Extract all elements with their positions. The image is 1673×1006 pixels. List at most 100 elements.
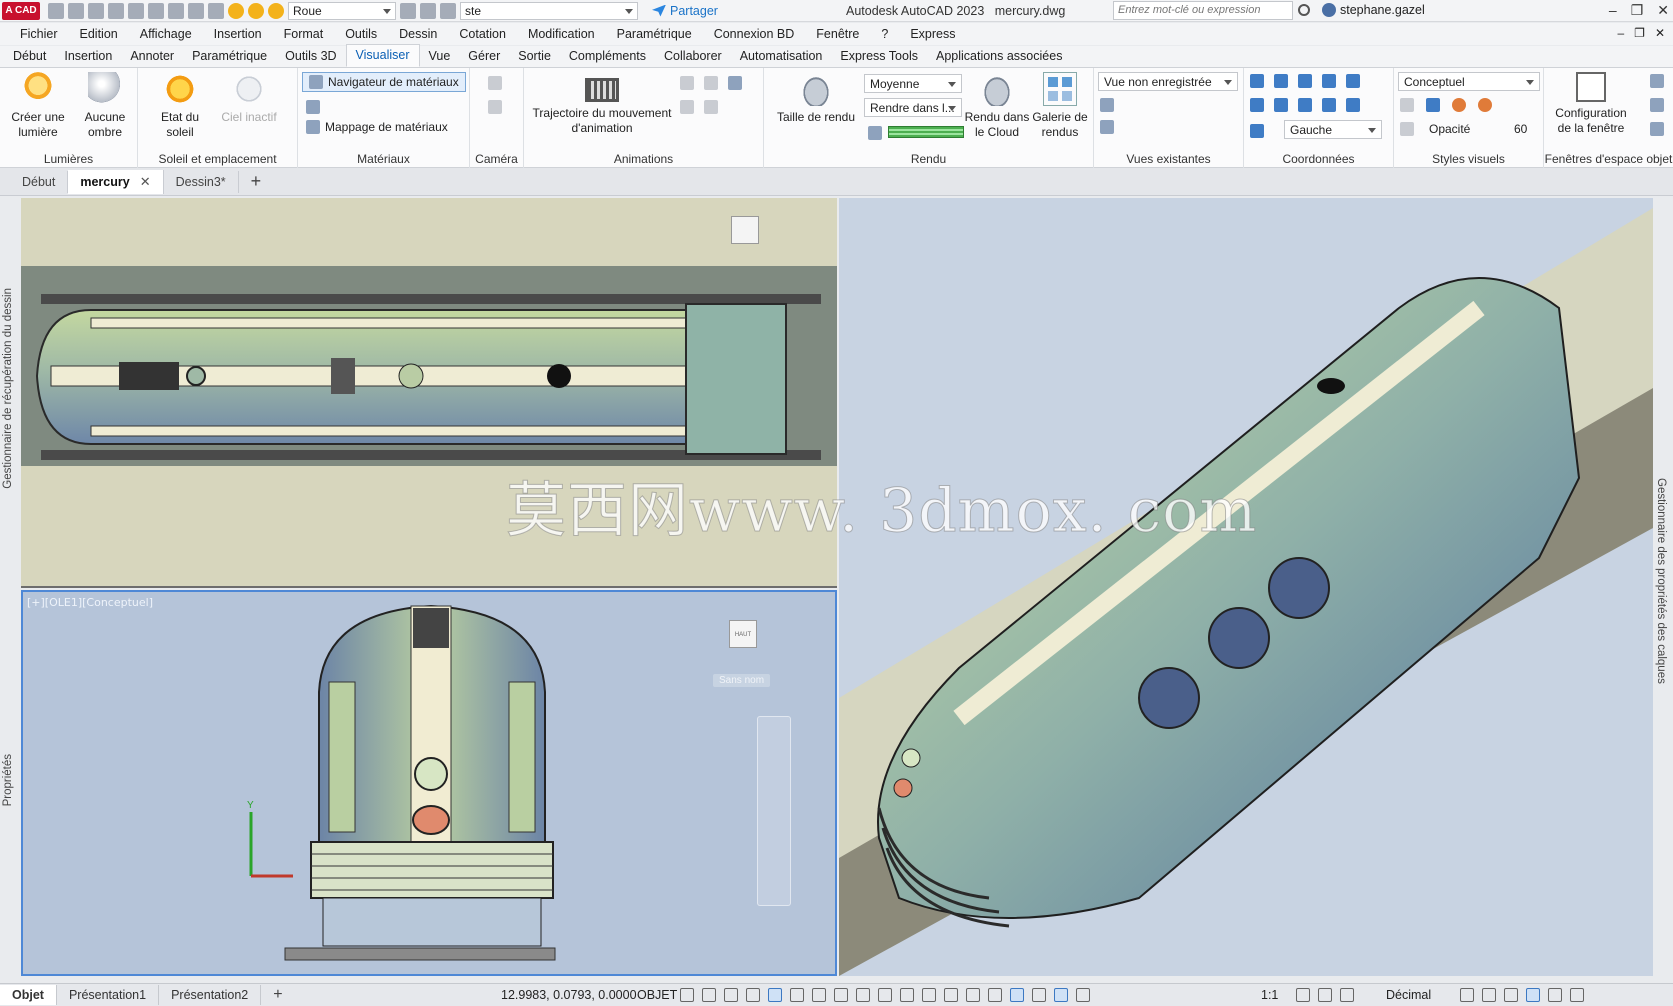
play-icon[interactable] [680,76,694,90]
isolate-objects-icon[interactable] [1504,988,1518,1002]
menu-item-edition[interactable]: Edition [69,27,129,41]
gizmo-icon[interactable] [1010,988,1024,1002]
layer-iso-icon[interactable] [440,2,456,19]
tab-complements[interactable]: Compléments [560,46,655,67]
grid-icon[interactable] [680,988,694,1002]
lineweight-icon[interactable] [878,988,892,1002]
ucs-icon[interactable] [1250,74,1264,88]
sun-state-button[interactable]: Etat du soleil [150,72,210,140]
viewcube-front[interactable]: HAUT [729,620,757,648]
ucs-face-icon[interactable] [1322,74,1336,88]
new-file-icon[interactable] [48,2,64,19]
create-light-button[interactable]: Créer une lumière [8,72,68,140]
panel-title-soleil[interactable]: Soleil et emplacement [138,152,297,166]
3d-osnap-icon[interactable] [944,988,958,1002]
tab-express-tools[interactable]: Express Tools [831,46,927,67]
isodraft-icon[interactable] [812,988,826,1002]
tab-annoter[interactable]: Annoter [121,46,183,67]
layer-properties-palette-tab[interactable]: Gestionnaire des propriétés des calques [1655,478,1667,684]
selection-cycling-icon[interactable] [922,988,936,1002]
ucs-object-icon[interactable] [1346,74,1360,88]
menu-item-cotation[interactable]: Cotation [448,27,517,41]
clean-screen-icon[interactable] [1548,988,1562,1002]
export-icon[interactable] [128,2,144,19]
viewport-isometric[interactable] [839,198,1653,976]
dynamic-input-icon[interactable] [746,988,760,1002]
material-browser-button[interactable]: Navigateur de matériaux [302,72,466,92]
close-icon[interactable]: ✕ [140,174,151,190]
menu-item-fichier[interactable]: Fichier [9,27,69,41]
selection-filter-icon[interactable] [988,988,1002,1002]
viewport-front[interactable]: [+][OLE1][Conceptuel] Y HAUT Sans nom [21,590,837,976]
view-manager-button[interactable] [1100,98,1114,112]
tab-visualiser[interactable]: Visualiser [345,44,420,67]
material-options-button[interactable] [306,100,320,114]
drawing-close-icon[interactable]: ✕ [1655,26,1665,40]
auto-scale-icon[interactable] [1054,988,1068,1002]
layout-tab-objet[interactable]: Objet [0,985,57,1005]
render-in-dropdown[interactable]: Rendre dans l... [864,98,962,117]
new-layout-plus-icon[interactable]: + [273,986,282,1004]
graphics-performance-icon[interactable] [1526,988,1540,1002]
doc-tab-mercury[interactable]: mercury ✕ [68,169,164,194]
create-camera-button[interactable] [488,76,502,90]
new-tab-plus-icon[interactable]: + [251,171,262,192]
dynamic-ucs-icon[interactable] [966,988,980,1002]
viewport-named-icon[interactable] [1650,74,1664,88]
menu-item-modification[interactable]: Modification [517,27,606,41]
annotation-scale-value[interactable]: 1:1 [1261,988,1278,1002]
stop-icon[interactable] [704,100,718,114]
wcs-menu[interactable]: Sans nom [713,674,771,687]
tab-debut[interactable]: Début [4,46,55,67]
annotation-monitor-icon[interactable] [1318,988,1332,1002]
ucs-x-icon[interactable] [1274,98,1288,112]
viewcube-top[interactable] [731,216,759,244]
tab-applications-associees[interactable]: Applications associées [927,46,1071,67]
material-mapping-button[interactable]: Mappage de matériaux [306,120,448,134]
transparency-icon[interactable] [900,988,914,1002]
menu-item-dessin[interactable]: Dessin [388,27,448,41]
tab-vue[interactable]: Vue [420,46,460,67]
polar-icon[interactable] [790,988,804,1002]
panel-title-styles-visuels[interactable]: Styles visuels [1394,152,1543,166]
visual-style-dropdown[interactable]: Conceptuel [1398,72,1540,91]
cursor-coordinates[interactable]: 12.9983, 0.0793, 0.0000 [501,988,637,1002]
render-quality-dropdown[interactable]: Moyenne [864,74,962,93]
restore-icon[interactable]: ❐ [1631,2,1644,19]
ucs-origin-icon[interactable] [1250,98,1264,112]
panel-title-rendu[interactable]: Rendu [764,152,1093,166]
quick-properties-icon[interactable] [1460,988,1474,1002]
pause-icon[interactable] [704,76,718,90]
layer-combo[interactable]: Roue [288,1,396,20]
edge-effects-icon[interactable] [1400,98,1414,112]
snap-icon[interactable] [702,988,716,1002]
render-teapot-icon[interactable] [868,126,882,140]
menu-item-parametrique[interactable]: Paramétrique [606,27,703,41]
animation-path-button[interactable]: Trajectoire du mouvement d'animation [524,72,680,136]
tab-parametrique[interactable]: Paramétrique [183,46,276,67]
menu-item-help[interactable]: ? [870,27,899,41]
ucs-named-dropdown[interactable]: Gauche [1284,120,1382,139]
sky-off-button[interactable]: Ciel inactif [216,72,282,125]
cloud-render-button[interactable]: Rendu dans le Cloud [964,72,1030,140]
shadow-cube-icon[interactable] [1426,98,1440,112]
user-account[interactable]: stephane.gazel [1322,3,1425,17]
layer-props-icon[interactable] [400,2,416,19]
tab-outils-3d[interactable]: Outils 3D [276,46,345,67]
menu-item-affichage[interactable]: Affichage [129,27,203,41]
viewport-front-label[interactable]: [+][OLE1][Conceptuel] [27,596,153,609]
menu-item-express[interactable]: Express [899,27,966,41]
tab-collaborer[interactable]: Collaborer [655,46,731,67]
ucs-world-icon[interactable] [1274,74,1288,88]
search-input[interactable]: Entrez mot-clé ou expression [1113,1,1293,20]
share-button[interactable]: Partager [652,4,718,18]
layout-tab-presentation1[interactable]: Présentation1 [57,985,160,1005]
sun-icon[interactable] [248,2,264,19]
model-space-toggle[interactable]: OBJET [637,988,677,1002]
saved-view-dropdown[interactable]: Vue non enregistrée [1098,72,1238,91]
menu-item-format[interactable]: Format [273,27,335,41]
print-icon[interactable] [168,2,184,19]
panel-title-coordonnees[interactable]: Coordonnées [1244,152,1393,166]
menu-item-connexion-bd[interactable]: Connexion BD [703,27,806,41]
menu-item-fenetre[interactable]: Fenêtre [805,27,870,41]
